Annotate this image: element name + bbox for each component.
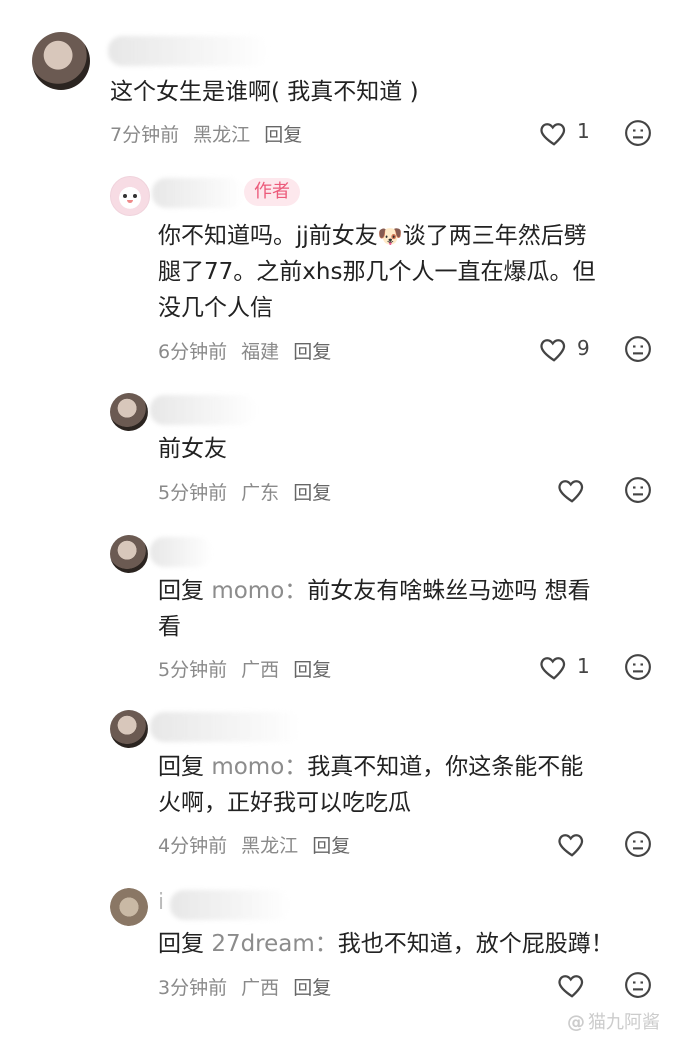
username-partial: i: [158, 890, 165, 915]
like-icon[interactable]: [557, 475, 587, 505]
reply-button[interactable]: 回复: [293, 659, 331, 681]
reply-target-user[interactable]: momo：: [211, 578, 307, 604]
emoji-dog-icon: 🐶: [377, 224, 403, 248]
like-count: 1: [577, 119, 590, 143]
comment-text: 回复 momo：前女友有啥蛛丝马迹吗 想看 看: [158, 573, 668, 645]
username-redacted: [152, 178, 244, 208]
like-icon[interactable]: [557, 970, 587, 1000]
comment-meta: 3分钟前 广西 回复: [158, 973, 339, 1000]
reply-prefix: 回复: [158, 754, 204, 780]
comment-text-line: 前女友有啥蛛丝马迹吗 想看: [307, 578, 591, 604]
username-redacted: [108, 36, 268, 66]
reply-prefix: 回复: [158, 931, 204, 957]
comment-location: 广西: [241, 659, 280, 681]
like-icon[interactable]: [539, 118, 569, 148]
comment-meta: 4分钟前 黑龙江 回复: [158, 831, 358, 858]
reply-button[interactable]: 回复: [312, 835, 350, 857]
dislike-icon[interactable]: [623, 475, 653, 505]
comment-time: 3分钟前: [158, 977, 228, 999]
avatar[interactable]: [110, 535, 148, 573]
dislike-icon[interactable]: [623, 970, 653, 1000]
reply-target-user[interactable]: momo：: [211, 754, 307, 780]
avatar[interactable]: [32, 32, 90, 90]
reply-prefix: 回复: [158, 578, 204, 604]
comment-text-line: 谈了两三年然后劈: [402, 223, 587, 249]
comment-location: 黑龙江: [241, 835, 299, 857]
username-redacted: [150, 395, 256, 425]
reply-target-user[interactable]: 27dream：: [211, 931, 337, 957]
watermark-at-icon: @: [567, 1012, 585, 1033]
like-count: 9: [577, 336, 590, 360]
dislike-icon[interactable]: [623, 829, 653, 859]
dislike-icon[interactable]: [623, 334, 653, 364]
comment-text-line: 我也不知道，放个屁股蹲！: [337, 931, 614, 957]
comment-location: 福建: [241, 341, 280, 363]
watermark: @ 猫九阿酱: [567, 1008, 660, 1034]
comment-text: 你不知道吗。jj前女友🐶谈了两三年然后劈 腿了77。之前xhs那几个人一直在爆瓜…: [158, 218, 658, 326]
comment-time: 5分钟前: [158, 659, 228, 681]
reply-button[interactable]: 回复: [293, 341, 331, 363]
like-icon[interactable]: [539, 652, 569, 682]
avatar[interactable]: [110, 176, 150, 216]
comment-text-line: 没几个人信: [158, 295, 273, 321]
watermark-name: 猫九阿酱: [588, 1012, 660, 1033]
like-icon[interactable]: [557, 829, 587, 859]
comment-time: 6分钟前: [158, 341, 228, 363]
username-redacted: [150, 537, 212, 567]
like-icon[interactable]: [539, 334, 569, 364]
comment-text-line: 腿了77。之前xhs那几个人一直在爆瓜。但: [158, 259, 596, 285]
comment-text-line: 我真不知道，你这条能不能: [307, 754, 584, 780]
reply-button[interactable]: 回复: [264, 124, 302, 146]
comment-text: 回复 27dream：我也不知道，放个屁股蹲！: [158, 926, 678, 962]
comment-text: 回复 momo：我真不知道，你这条能不能 火啊，正好我可以吃吃瓜: [158, 749, 668, 821]
comment-location: 广东: [241, 482, 280, 504]
reply-button[interactable]: 回复: [293, 482, 331, 504]
comment-location: 广西: [241, 977, 280, 999]
dislike-icon[interactable]: [623, 118, 653, 148]
comment-text: 这个女生是谁啊( 我真不知道 ): [110, 79, 419, 105]
comment-time: 7分钟前: [110, 124, 180, 146]
author-badge: 作者: [244, 178, 300, 206]
username-redacted: [170, 890, 290, 920]
avatar[interactable]: [110, 710, 148, 748]
comment-text-line: 火啊，正好我可以吃吃瓜: [158, 790, 411, 816]
comment-text-line: 你不知道吗。jj前女友: [158, 223, 378, 249]
avatar[interactable]: [110, 393, 148, 431]
comment-time: 5分钟前: [158, 482, 228, 504]
reply-button[interactable]: 回复: [293, 977, 331, 999]
comment-meta: 5分钟前 广西 回复: [158, 655, 339, 682]
comment-text-line: 看: [158, 614, 181, 640]
comment-meta: 6分钟前 福建 回复: [158, 337, 339, 364]
comment-meta: 7分钟前 黑龙江 回复: [110, 120, 310, 147]
avatar[interactable]: [110, 888, 148, 926]
comment-meta: 5分钟前 广东 回复: [158, 478, 339, 505]
dislike-icon[interactable]: [623, 652, 653, 682]
like-count: 1: [577, 654, 590, 678]
comment-location: 黑龙江: [193, 124, 251, 146]
comment-text: 前女友: [158, 436, 227, 462]
username-redacted: [150, 712, 300, 742]
comment-time: 4分钟前: [158, 835, 228, 857]
